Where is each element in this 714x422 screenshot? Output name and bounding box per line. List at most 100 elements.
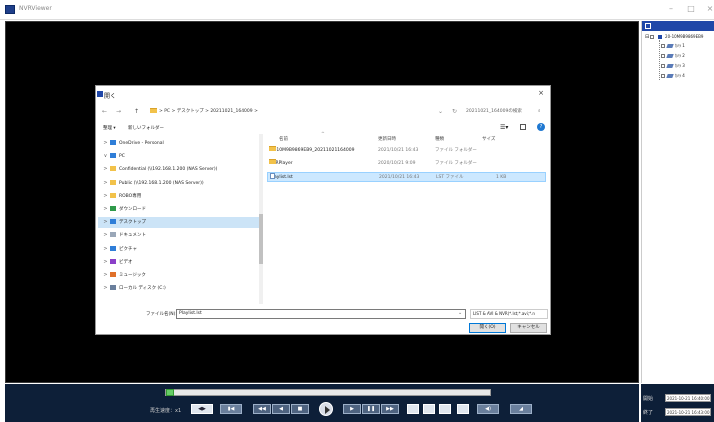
video-icon bbox=[110, 258, 116, 264]
window-title: NVRViewer bbox=[19, 5, 52, 12]
sidebar-item[interactable]: > ピクチャ bbox=[98, 244, 259, 255]
sidebar-item[interactable]: > ローカル ディスク (C:) bbox=[98, 283, 259, 294]
desktop-icon bbox=[110, 219, 116, 225]
expand-chevron-icon[interactable]: > bbox=[101, 204, 110, 215]
sidebar-item[interactable]: ∨ PC bbox=[98, 151, 259, 162]
play-button[interactable] bbox=[319, 402, 333, 416]
pause-button[interactable]: ❚❚ bbox=[362, 404, 380, 414]
tree-channel-item[interactable]: ｶﾒﾗ 1 bbox=[661, 43, 685, 49]
search-icon: ⌕ bbox=[538, 109, 541, 114]
sort-arrow-icon: ^ bbox=[321, 132, 325, 137]
search-placeholder: 20211021_164009の検索 bbox=[466, 109, 522, 114]
expand-chevron-icon[interactable]: > bbox=[101, 257, 110, 268]
step-forward-button[interactable]: ▶ bbox=[343, 404, 361, 414]
snapshot-button[interactable]: ◢ bbox=[510, 404, 532, 414]
tree-root-item[interactable]: ⊟ 20-10M9B9869EB9 bbox=[645, 34, 703, 40]
filename-dropdown-icon[interactable]: ⌄ bbox=[458, 310, 462, 316]
dialog-close-button[interactable]: × bbox=[538, 89, 544, 97]
channel-checkbox[interactable] bbox=[661, 54, 665, 58]
expand-chevron-icon[interactable]: ∨ bbox=[101, 151, 110, 162]
expand-chevron-icon[interactable]: > bbox=[101, 283, 110, 294]
end-time-field[interactable]: 2021-10-21 16:43:00 bbox=[665, 408, 711, 416]
slow-button[interactable]: ▮◀ bbox=[220, 404, 242, 414]
column-header-name[interactable]: 名前 bbox=[279, 136, 288, 142]
cancel-button[interactable]: キャンセル bbox=[510, 323, 547, 333]
panel-header-icon bbox=[645, 23, 651, 29]
layout-4-button[interactable] bbox=[423, 404, 435, 414]
open-button[interactable]: 開く(O) bbox=[469, 323, 506, 333]
channel-checkbox[interactable] bbox=[661, 74, 665, 78]
navigation-scrollbar[interactable] bbox=[259, 134, 263, 304]
file-type-cell: ファイル フォルダー bbox=[435, 148, 477, 153]
help-icon[interactable]: ? bbox=[537, 123, 545, 131]
search-input[interactable]: 20211021_164009の検索 ⌕ bbox=[466, 106, 546, 117]
file-row[interactable]: Playlist.lst 2021/10/21 16:43 LST ファイル 1 KB bbox=[267, 172, 546, 182]
step-back-button[interactable]: ◀ bbox=[272, 404, 290, 414]
expand-chevron-icon[interactable]: > bbox=[101, 191, 110, 202]
sidebar-item[interactable]: > ミュージック bbox=[98, 270, 259, 281]
expand-chevron-icon[interactable]: > bbox=[101, 138, 110, 149]
column-header-size[interactable]: サイズ bbox=[482, 136, 495, 142]
tree-channel-item[interactable]: ｶﾒﾗ 4 bbox=[661, 73, 685, 79]
file-row[interactable]: 20-10M9B9869EB9_20211021164009 2021/10/21… bbox=[267, 146, 546, 156]
sidebar-item[interactable]: > デスクトップ bbox=[98, 217, 259, 229]
new-folder-button[interactable]: 新しいフォルダー bbox=[128, 125, 164, 131]
address-bar[interactable]: > PC > デスクトップ > 20211021_164009 > bbox=[150, 106, 420, 117]
refresh-icon[interactable]: ↻ bbox=[452, 108, 457, 115]
file-type-select[interactable]: LIST & AVI & NVR(*.lst;*.avi;*.n bbox=[470, 309, 548, 319]
channel-checkbox[interactable] bbox=[661, 44, 665, 48]
file-list: 名前 ^ 更新日時 種類 サイズ 20-10M9B9869EB9_2021102… bbox=[265, 132, 549, 304]
maximize-button[interactable]: □ bbox=[684, 4, 698, 13]
sidebar-item[interactable]: > ビデオ bbox=[98, 257, 259, 268]
minimize-button[interactable]: – bbox=[664, 4, 678, 13]
download-icon bbox=[110, 206, 116, 211]
expand-chevron-icon[interactable]: > bbox=[101, 178, 110, 189]
column-header-type[interactable]: 種類 bbox=[435, 136, 444, 142]
folder-icon bbox=[150, 108, 157, 113]
stop-button[interactable]: ■ bbox=[291, 404, 309, 414]
expand-chevron-icon[interactable]: > bbox=[101, 270, 110, 281]
expand-icon[interactable]: ⊟ bbox=[645, 34, 649, 40]
sidebar-item-label: ROBO専用 bbox=[119, 193, 142, 199]
rewind-button[interactable]: ◀◀ bbox=[253, 404, 271, 414]
column-header-date[interactable]: 更新日時 bbox=[378, 136, 396, 142]
view-options-icon[interactable]: ☰▾ bbox=[500, 124, 508, 131]
dropdown-chevron-icon[interactable]: ⌄ bbox=[438, 108, 443, 115]
fast-forward-button[interactable]: ▶▶ bbox=[381, 404, 399, 414]
folder-icon bbox=[110, 166, 116, 172]
filename-input[interactable]: Playlist.lst bbox=[176, 309, 466, 319]
sidebar-item[interactable]: > OneDrive - Personal bbox=[98, 138, 259, 149]
cloud-icon bbox=[110, 140, 116, 145]
playback-progress-bar[interactable] bbox=[165, 389, 491, 396]
file-date-cell: 2021/10/21 16:43 bbox=[379, 175, 420, 180]
root-checkbox[interactable] bbox=[650, 35, 655, 39]
progress-handle[interactable] bbox=[166, 389, 174, 396]
frame-step-button[interactable]: ◀▶ bbox=[191, 404, 213, 414]
layout-1-button[interactable] bbox=[407, 404, 419, 414]
navigation-pane: > OneDrive - Personal ∨ PC > Confidential (\\… bbox=[98, 134, 259, 304]
sidebar-item[interactable]: > ダウンロード bbox=[98, 204, 259, 215]
volume-button[interactable]: ◀) bbox=[477, 404, 499, 414]
tree-channel-item[interactable]: ｶﾒﾗ 3 bbox=[661, 63, 685, 69]
expand-chevron-icon[interactable]: > bbox=[101, 230, 110, 241]
expand-chevron-icon[interactable]: > bbox=[101, 164, 110, 175]
layout-9-button[interactable] bbox=[439, 404, 451, 414]
channel-checkbox[interactable] bbox=[661, 64, 665, 68]
sidebar-item[interactable]: > Public (\\192.168.1.200 (NAS Server)) bbox=[98, 178, 259, 189]
tree-channel-item[interactable]: ｶﾒﾗ 2 bbox=[661, 53, 685, 59]
sidebar-item[interactable]: > ROBO専用 bbox=[98, 191, 259, 202]
expand-chevron-icon[interactable]: > bbox=[101, 217, 110, 228]
sidebar-item[interactable]: > Confidential (\\192.168.1.200 (NAS Serv… bbox=[98, 164, 259, 175]
expand-chevron-icon[interactable]: > bbox=[101, 244, 110, 255]
sidebar-item[interactable]: > ドキュメント bbox=[98, 230, 259, 241]
back-button[interactable]: ← bbox=[102, 108, 107, 115]
file-row[interactable]: NVRPlayer 2020/10/21 9:09 ファイル フォルダー bbox=[267, 159, 546, 169]
start-time-field[interactable]: 2021-10-21 16:40:00 bbox=[665, 394, 711, 402]
preview-pane-icon[interactable] bbox=[520, 124, 526, 130]
forward-button[interactable]: → bbox=[116, 108, 121, 115]
close-button[interactable]: × bbox=[703, 4, 714, 13]
layout-16-button[interactable] bbox=[457, 404, 469, 414]
up-button[interactable]: ↑ bbox=[134, 108, 139, 115]
organize-button[interactable]: 整理 ▾ bbox=[103, 125, 116, 131]
scrollbar-thumb[interactable] bbox=[259, 214, 263, 264]
